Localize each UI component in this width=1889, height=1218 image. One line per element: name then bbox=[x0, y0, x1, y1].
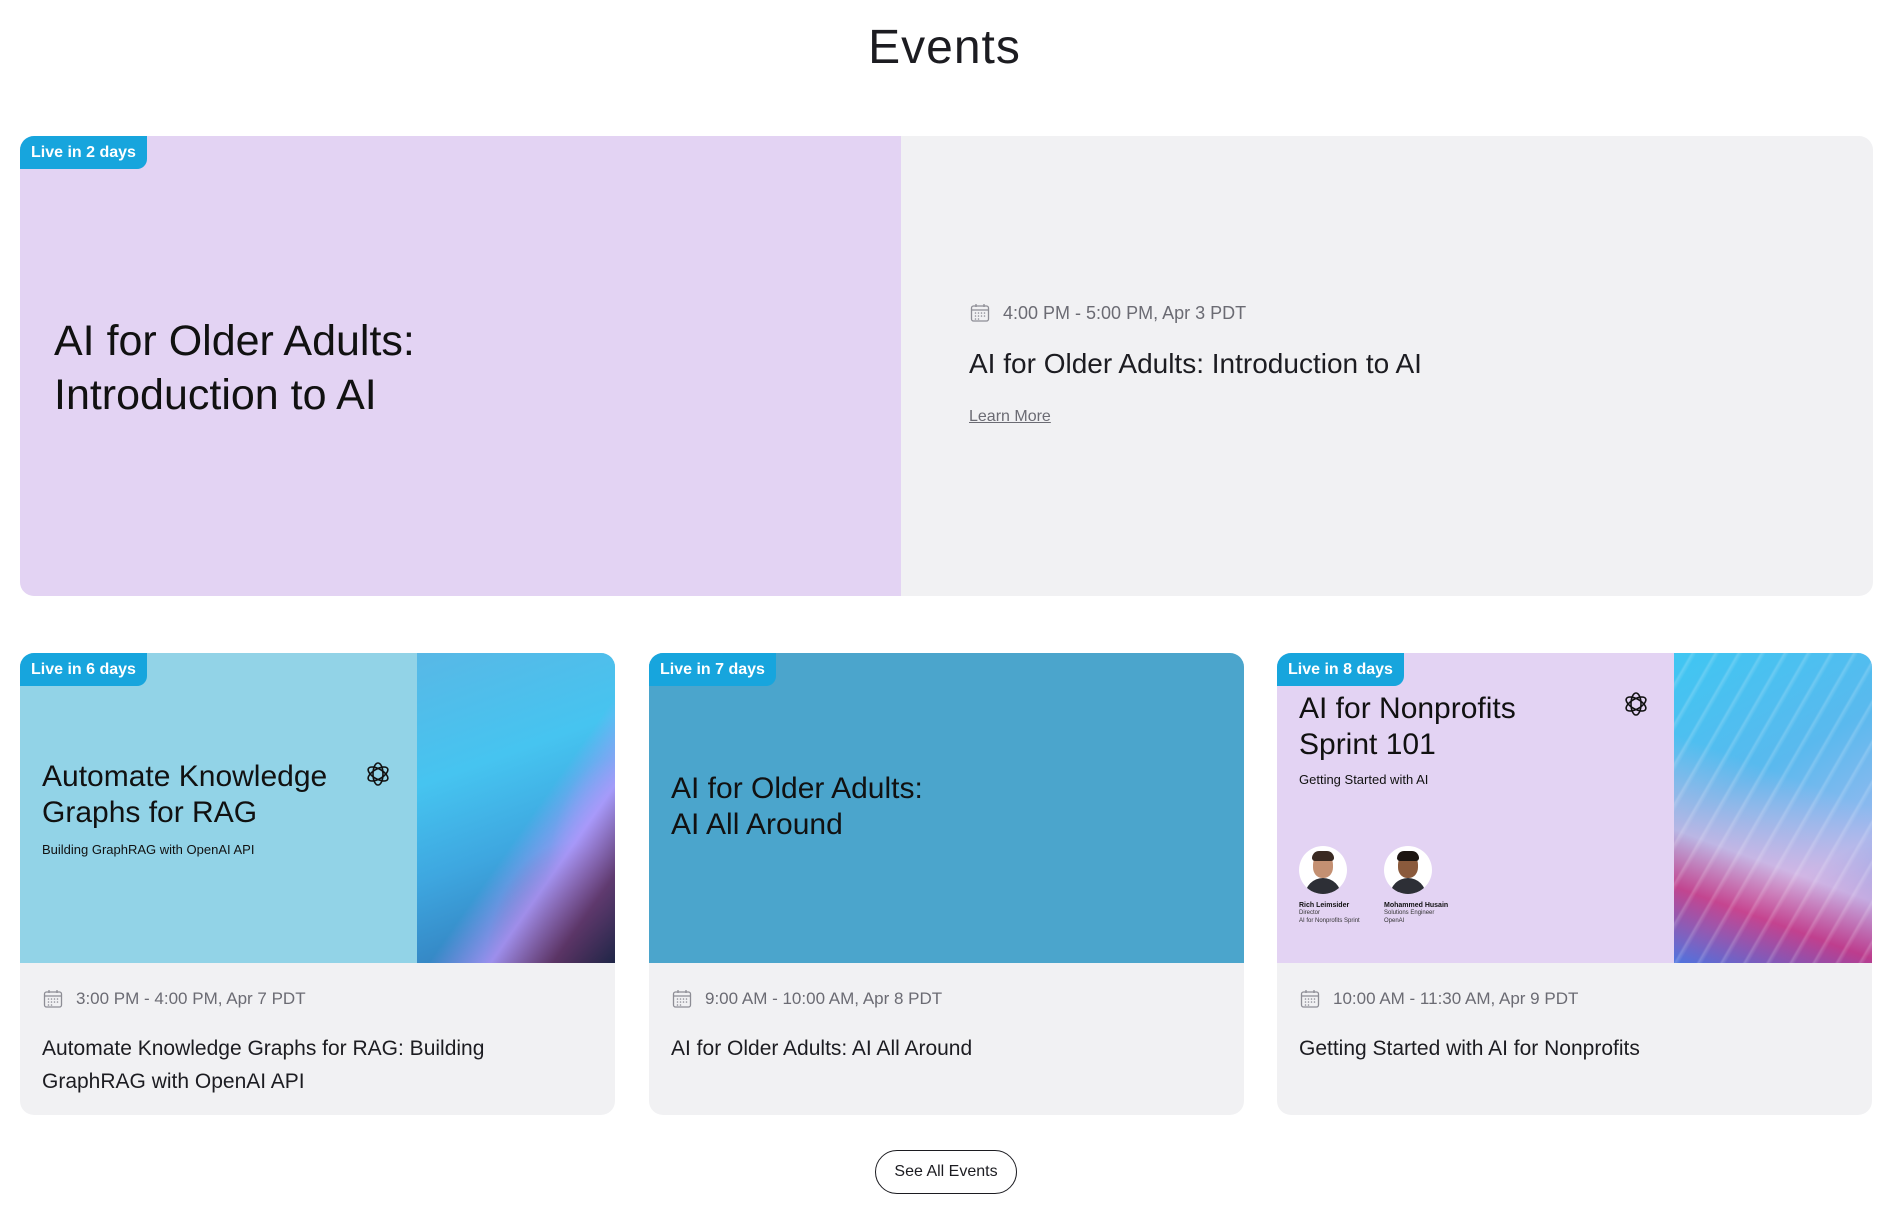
page-title: Events bbox=[868, 21, 1021, 74]
avatar bbox=[1384, 846, 1432, 894]
event-details: 10:00 AM - 11:30 AM, Apr 9 PDT Getting S… bbox=[1277, 963, 1872, 1115]
live-badge: Live in 8 days bbox=[1277, 653, 1404, 686]
event-title[interactable]: AI for Older Adults: AI All Around bbox=[671, 1032, 1191, 1065]
featured-event-details: 4:00 PM - 5:00 PM, Apr 3 PDT AI for Olde… bbox=[901, 136, 1873, 596]
event-title[interactable]: AI for Older Adults: Introduction to AI bbox=[969, 348, 1422, 380]
event-datetime: 9:00 AM - 10:00 AM, Apr 8 PDT bbox=[671, 988, 942, 1010]
banner-title: Automate Knowledge Graphs for RAG bbox=[42, 760, 328, 829]
event-banner[interactable]: Live in 6 days Automate Knowledge Graphs… bbox=[20, 653, 615, 963]
live-badge: Live in 6 days bbox=[20, 653, 147, 686]
calendar-icon bbox=[43, 990, 63, 1008]
banner-title: AI for Nonprofits Sprint 101 bbox=[1299, 692, 1516, 761]
live-badge: Live in 2 days bbox=[20, 136, 147, 169]
event-card[interactable]: Live in 8 days AI for Nonprofits Sprint … bbox=[1277, 653, 1872, 1115]
calendar-icon bbox=[1300, 990, 1320, 1008]
banner-subtitle: Building GraphRAG with OpenAI API bbox=[42, 842, 255, 857]
event-datetime: 10:00 AM - 11:30 AM, Apr 9 PDT bbox=[1299, 988, 1578, 1010]
banner-title: AI for Older Adults: AI All Around bbox=[671, 772, 923, 841]
banner-title: AI for Older Adults: Introduction to AI bbox=[54, 317, 415, 419]
see-all-events-button[interactable]: See All Events bbox=[875, 1150, 1017, 1194]
featured-event-banner[interactable]: Live in 2 days AI for Older Adults: Intr… bbox=[20, 136, 901, 596]
speaker-name: Rich Leimsider bbox=[1299, 902, 1350, 909]
event-card[interactable]: Live in 6 days Automate Knowledge Graphs… bbox=[20, 653, 615, 1115]
event-datetime: 4:00 PM - 5:00 PM, Apr 3 PDT bbox=[969, 302, 1246, 324]
openai-logo-icon bbox=[1625, 692, 1647, 716]
live-badge: Live in 7 days bbox=[649, 653, 776, 686]
calendar-icon bbox=[970, 304, 990, 322]
speaker-org: AI for Nonprofits Sprint bbox=[1299, 918, 1360, 924]
abstract-art bbox=[417, 653, 615, 963]
event-datetime: 3:00 PM - 4:00 PM, Apr 7 PDT bbox=[42, 988, 306, 1010]
event-details: 9:00 AM - 10:00 AM, Apr 8 PDT AI for Old… bbox=[649, 963, 1244, 1115]
openai-logo-icon bbox=[367, 762, 389, 786]
speaker: Rich Leimsider Director AI for Nonprofit… bbox=[1299, 846, 1374, 925]
abstract-art bbox=[1674, 653, 1872, 963]
calendar-icon bbox=[672, 990, 692, 1008]
event-title[interactable]: Getting Started with AI for Nonprofits bbox=[1299, 1032, 1819, 1065]
event-banner[interactable]: Live in 7 days AI for Older Adults: AI A… bbox=[649, 653, 1244, 963]
event-details: 3:00 PM - 4:00 PM, Apr 7 PDT Automate Kn… bbox=[20, 963, 615, 1115]
event-card[interactable]: Live in 7 days AI for Older Adults: AI A… bbox=[649, 653, 1244, 1115]
banner-subtitle: Getting Started with AI bbox=[1299, 772, 1429, 787]
speaker-org: OpenAI bbox=[1384, 918, 1405, 924]
speaker-name: Mohammed Husain bbox=[1384, 902, 1449, 909]
learn-more-link[interactable]: Learn More bbox=[969, 408, 1051, 426]
speaker-role: Solutions Engineer bbox=[1384, 910, 1435, 916]
event-title[interactable]: Automate Knowledge Graphs for RAG: Build… bbox=[42, 1032, 562, 1098]
event-banner[interactable]: Live in 8 days AI for Nonprofits Sprint … bbox=[1277, 653, 1872, 963]
speaker: Mohammed Husain Solutions Engineer OpenA… bbox=[1384, 846, 1459, 925]
avatar bbox=[1299, 846, 1347, 894]
featured-event-card[interactable]: Live in 2 days AI for Older Adults: Intr… bbox=[20, 136, 1873, 596]
speaker-role: Director bbox=[1299, 910, 1321, 916]
